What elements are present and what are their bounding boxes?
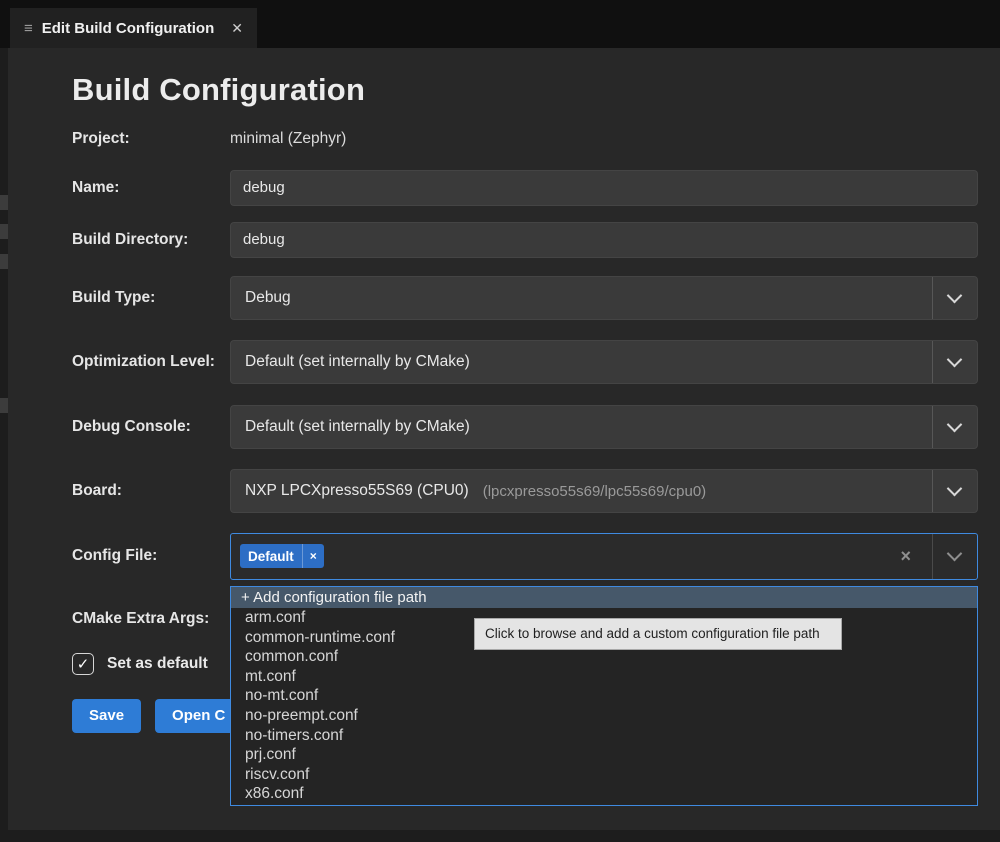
close-icon[interactable]: ✕ <box>231 20 243 37</box>
activity-bar-fragment <box>0 254 8 269</box>
tab-label: Edit Build Configuration <box>42 20 214 37</box>
activity-bar-fragment <box>0 224 8 239</box>
chip-remove-icon[interactable]: × <box>302 544 324 568</box>
debug-console-value: Default (set internally by CMake) <box>245 418 470 436</box>
build-directory-input[interactable] <box>230 222 978 258</box>
config-option-mt[interactable]: mt.conf <box>231 667 977 687</box>
set-as-default-label: Set as default <box>107 655 208 673</box>
build-directory-row: Build Directory: <box>72 221 978 258</box>
save-button[interactable]: Save <box>72 699 141 733</box>
config-file-label: Config File: <box>72 547 230 565</box>
debug-console-label: Debug Console: <box>72 418 230 436</box>
config-file-row: Config File: Default × × <box>72 532 978 580</box>
config-option-x86[interactable]: x86.conf <box>231 784 977 804</box>
tab-edit-build-configuration[interactable]: ≡ Edit Build Configuration ✕ <box>10 8 257 48</box>
page-title: Build Configuration <box>72 72 365 108</box>
set-as-default-checkbox[interactable]: ✓ <box>72 653 94 675</box>
tooltip: Click to browse and add a custom configu… <box>474 618 842 650</box>
board-label: Board: <box>72 482 230 500</box>
bottom-edge-strip <box>0 830 1000 842</box>
select-divider <box>932 470 933 512</box>
add-config-path-option[interactable]: + Add configuration file path <box>231 587 977 608</box>
chevron-down-icon[interactable] <box>947 546 963 562</box>
project-value: minimal (Zephyr) <box>230 130 346 148</box>
name-row: Name: <box>72 169 978 206</box>
build-configuration-panel: Build Configuration Project: minimal (Ze… <box>8 48 1000 830</box>
config-option-prj[interactable]: prj.conf <box>231 745 977 765</box>
config-option-riscv[interactable]: riscv.conf <box>231 765 977 785</box>
cmake-extra-args-label: CMake Extra Args: <box>72 610 230 628</box>
build-type-label: Build Type: <box>72 289 230 307</box>
chevron-down-icon <box>947 352 963 368</box>
select-divider <box>932 406 933 448</box>
config-option-no-timers[interactable]: no-timers.conf <box>231 726 977 746</box>
config-chip-label: Default <box>240 549 302 564</box>
clear-icon[interactable]: × <box>900 546 911 567</box>
left-edge-strip <box>0 48 8 842</box>
board-select[interactable]: NXP LPCXpresso55S69 (CPU0) (lpcxpresso55… <box>230 469 978 513</box>
optimization-level-label: Optimization Level: <box>72 353 230 371</box>
config-option-no-preempt[interactable]: no-preempt.conf <box>231 706 977 726</box>
select-divider <box>932 341 933 383</box>
chevron-down-icon <box>947 288 963 304</box>
select-divider <box>932 534 933 579</box>
debug-console-row: Debug Console: Default (set internally b… <box>72 405 978 449</box>
optimization-level-select[interactable]: Default (set internally by CMake) <box>230 340 978 384</box>
editor-tab-bar: ≡ Edit Build Configuration ✕ <box>0 0 1000 48</box>
board-row: Board: NXP LPCXpresso55S69 (CPU0) (lpcxp… <box>72 469 978 513</box>
activity-bar-fragment <box>0 398 8 413</box>
name-label: Name: <box>72 179 230 197</box>
name-input[interactable] <box>230 170 978 206</box>
build-directory-label: Build Directory: <box>72 231 230 249</box>
app-window: ≡ Edit Build Configuration ✕ Build Confi… <box>0 0 1000 842</box>
project-row: Project: minimal (Zephyr) <box>72 126 978 152</box>
config-chip-default[interactable]: Default × <box>240 544 324 568</box>
list-icon: ≡ <box>24 20 33 37</box>
config-option-no-mt[interactable]: no-mt.conf <box>231 686 977 706</box>
check-icon: ✓ <box>77 657 90 672</box>
chevron-down-icon <box>947 481 963 497</box>
debug-console-select[interactable]: Default (set internally by CMake) <box>230 405 978 449</box>
config-file-multiselect[interactable]: Default × × <box>230 533 978 580</box>
board-value: NXP LPCXpresso55S69 (CPU0) <box>245 482 469 500</box>
board-identifier: (lpcxpresso55s69/lpc55s69/cpu0) <box>483 483 706 500</box>
build-type-value: Debug <box>245 289 291 307</box>
select-divider <box>932 277 933 319</box>
activity-bar-fragment <box>0 195 8 210</box>
optimization-level-row: Optimization Level: Default (set interna… <box>72 340 978 384</box>
build-type-row: Build Type: Debug <box>72 276 978 320</box>
project-label: Project: <box>72 130 230 148</box>
optimization-level-value: Default (set internally by CMake) <box>245 353 470 371</box>
build-type-select[interactable]: Debug <box>230 276 978 320</box>
chevron-down-icon <box>947 417 963 433</box>
